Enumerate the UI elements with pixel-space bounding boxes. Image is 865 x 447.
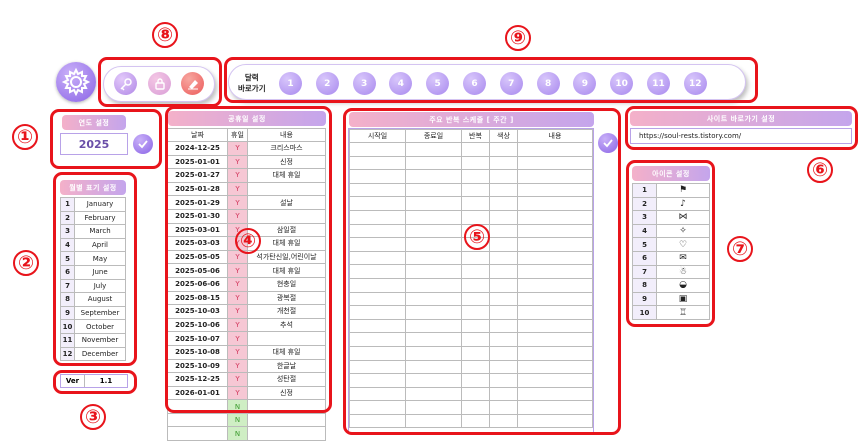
annotation-number-5: ⑤: [464, 224, 490, 250]
annotation-number-7: ⑦: [727, 236, 753, 262]
annotation-box-4: [165, 106, 332, 413]
annotation-number-6: ⑥: [807, 157, 833, 183]
holiday-row: N: [167, 426, 326, 442]
annotation-number-4: ④: [235, 228, 261, 254]
annotation-box-3: [53, 370, 137, 394]
holiday-flag[interactable]: N: [227, 412, 248, 428]
holiday-date[interactable]: [167, 412, 228, 428]
holiday-description[interactable]: [247, 426, 326, 442]
annotation-number-9: ⑨: [505, 25, 531, 51]
annotation-box-5: [343, 108, 621, 435]
annotation-number-2: ②: [13, 250, 39, 276]
annotation-box-7: [626, 160, 715, 327]
holiday-date[interactable]: [167, 426, 228, 442]
annotation-box-2: [53, 172, 137, 366]
settings-button[interactable]: [56, 62, 96, 102]
settings-icon: [61, 67, 91, 97]
annotation-number-3: ③: [80, 404, 106, 430]
annotation-box-6: [625, 106, 858, 150]
annotation-box-8: [98, 57, 222, 107]
holiday-description[interactable]: [247, 412, 326, 428]
annotation-number-1: ①: [12, 124, 38, 150]
annotation-box-1: [50, 109, 162, 169]
holiday-flag[interactable]: N: [227, 426, 248, 442]
annotation-number-8: ⑧: [152, 22, 178, 48]
holiday-row: N: [167, 412, 326, 428]
annotation-box-9: [224, 57, 758, 103]
